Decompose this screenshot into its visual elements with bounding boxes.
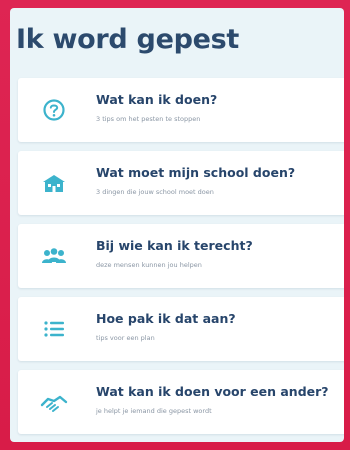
list-icon: [40, 317, 68, 341]
menu-item-bij-wie-kan-ik-terecht[interactable]: Bij wie kan ik terecht? deze mensen kunn…: [18, 224, 344, 288]
app-screen: Ik word gepest Wat kan ik doen? 3 tips o…: [10, 8, 344, 442]
menu-item-label: Wat moet mijn school doen?: [96, 165, 296, 180]
topic-menu: Wat kan ik doen? 3 tips om het pesten te…: [18, 78, 344, 442]
menu-item-wat-kan-ik-doen-voor-een-ander[interactable]: Wat kan ik doen voor een ander? je helpt…: [18, 370, 344, 434]
people-icon: [40, 244, 68, 268]
question-icon: [40, 98, 68, 122]
handshake-icon: [40, 390, 68, 414]
menu-item-subtitle: tips voor een plan: [96, 334, 155, 342]
school-icon: [40, 171, 68, 195]
menu-item-hoe-pak-ik-dat-aan[interactable]: Hoe pak ik dat aan? tips voor een plan: [18, 297, 344, 361]
menu-item-wat-moet-mijn-school-doen[interactable]: Wat moet mijn school doen? 3 dingen die …: [18, 151, 344, 215]
menu-item-subtitle: 3 tips om het pesten te stoppen: [96, 115, 201, 123]
menu-item-label: Hoe pak ik dat aan?: [96, 311, 236, 326]
menu-item-subtitle: 3 dingen die jouw school moet doen: [96, 188, 214, 196]
device-frame: Ik word gepest Wat kan ik doen? 3 tips o…: [0, 0, 350, 450]
menu-item-subtitle: je helpt je iemand die gepest wordt: [96, 407, 212, 415]
menu-item-wat-kan-ik-doen[interactable]: Wat kan ik doen? 3 tips om het pesten te…: [18, 78, 344, 142]
page-title: Ik word gepest: [16, 24, 239, 55]
menu-item-label: Bij wie kan ik terecht?: [96, 238, 253, 253]
menu-item-subtitle: deze mensen kunnen jou helpen: [96, 261, 202, 269]
menu-item-label: Wat kan ik doen?: [96, 92, 218, 107]
menu-item-label: Wat kan ik doen voor een ander?: [96, 384, 329, 399]
